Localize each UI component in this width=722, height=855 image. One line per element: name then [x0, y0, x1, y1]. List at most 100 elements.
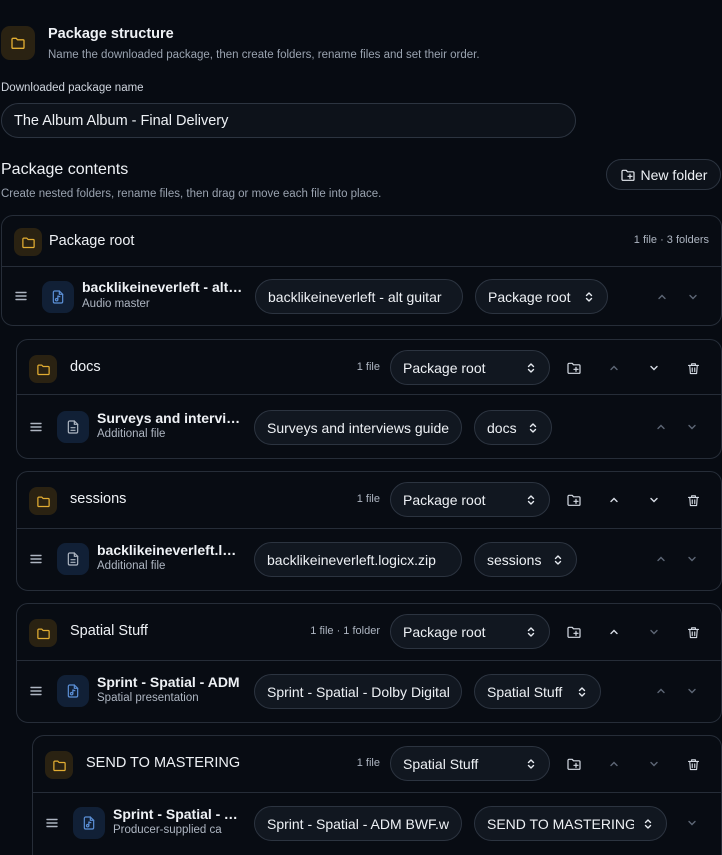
chevron-up-down-icon [527, 422, 539, 434]
file-name: Surveys and interviews guide [97, 410, 242, 426]
add-subfolder-button[interactable] [562, 356, 586, 380]
folder-name: sessions [70, 491, 127, 507]
section-title: Package structure [48, 26, 174, 42]
rename-file-input[interactable] [254, 410, 462, 445]
move-up-button[interactable] [649, 415, 673, 439]
file-name: Sprint - Spatial - ADM [97, 674, 240, 690]
parent-folder-select[interactable]: Package root [390, 614, 550, 649]
delete-folder-button[interactable] [681, 752, 705, 776]
selected-parent: Package root [403, 623, 486, 640]
file-row: Sprint - Spatial - ADM Spatial presentat… [17, 661, 721, 722]
move-down-button[interactable] [680, 679, 704, 703]
move-up-button[interactable] [602, 752, 626, 776]
folder-name: Package root [49, 233, 135, 249]
move-up-button[interactable] [649, 679, 673, 703]
chevron-up-down-icon [552, 554, 564, 566]
parent-folder-select[interactable]: Package root [390, 482, 550, 517]
chevron-up-down-icon [525, 494, 537, 506]
folder-header: Spatial Stuff 1 file · 1 folder Package … [17, 604, 721, 661]
chevron-up-icon [655, 421, 667, 433]
folder-name: SEND TO MASTERING [86, 755, 241, 771]
folder-count: 1 file · 3 folders [633, 234, 709, 246]
chevron-up-icon [608, 494, 620, 506]
rename-file-input[interactable] [254, 674, 462, 709]
package-name-label: Downloaded package name [1, 82, 144, 94]
delete-folder-button[interactable] [681, 488, 705, 512]
move-down-button[interactable] [680, 547, 704, 571]
selected-parent: Spatial Stuff [403, 755, 479, 772]
drag-handle-icon[interactable] [14, 289, 28, 303]
rename-file-input[interactable] [254, 806, 462, 841]
drag-handle-icon[interactable] [29, 552, 43, 566]
folder-count: 1 file [356, 493, 380, 505]
parent-folder-select[interactable]: Package root [390, 350, 550, 385]
section-subtitle: Name the downloaded package, then create… [48, 49, 480, 61]
move-to-folder-select[interactable]: Spatial Stuff [474, 674, 601, 709]
rename-file-input[interactable] [254, 542, 462, 577]
folder-name: Spatial Stuff [70, 623, 148, 639]
move-to-folder-select[interactable]: sessions [474, 542, 577, 577]
selected-folder: Spatial Stuff [487, 683, 563, 700]
move-up-button[interactable] [602, 488, 626, 512]
drag-handle-icon[interactable] [29, 684, 43, 698]
file-row: backlikeineverleft.logicx.zip Additional… [17, 529, 721, 590]
add-subfolder-button[interactable] [562, 620, 586, 644]
move-down-button[interactable] [680, 811, 704, 835]
chevron-down-icon [648, 494, 660, 506]
chevron-up-down-icon [525, 758, 537, 770]
add-subfolder-button[interactable] [562, 752, 586, 776]
chevron-down-icon [686, 553, 698, 565]
move-down-button[interactable] [642, 620, 666, 644]
move-to-folder-select[interactable]: SEND TO MASTERING [474, 806, 667, 841]
move-down-button[interactable] [681, 285, 705, 309]
audio-file-icon [57, 675, 89, 707]
move-up-button[interactable] [602, 620, 626, 644]
file-type: Additional file [97, 428, 166, 440]
move-up-button[interactable] [602, 356, 626, 380]
file-type: Producer-supplied ca [113, 824, 222, 836]
move-up-button[interactable] [649, 547, 673, 571]
file-type: Additional file [97, 560, 166, 572]
folder-plus-icon [566, 624, 582, 640]
audio-file-icon [73, 807, 105, 839]
root-folder-card: Package root 1 file · 3 folders backlike… [1, 215, 722, 326]
parent-folder-select[interactable]: Spatial Stuff [390, 746, 550, 781]
chevron-up-down-icon [642, 818, 654, 830]
folder-count: 1 file [356, 361, 380, 373]
folder-card-docs: docs 1 file Package root Surveys and int… [16, 339, 722, 459]
move-down-button[interactable] [642, 752, 666, 776]
trash-icon [686, 625, 701, 640]
chevron-up-down-icon [576, 686, 588, 698]
chevron-up-down-icon [525, 626, 537, 638]
folder-plus-icon [566, 360, 582, 376]
chevron-down-icon [648, 758, 660, 770]
folder-icon [45, 751, 73, 779]
folder-plus-icon [566, 756, 582, 772]
drag-handle-icon[interactable] [45, 816, 59, 830]
folder-card-spatial-stuff: Spatial Stuff 1 file · 1 folder Package … [16, 603, 722, 723]
move-to-folder-select[interactable]: docs [474, 410, 552, 445]
move-down-button[interactable] [642, 356, 666, 380]
drag-handle-icon[interactable] [29, 420, 43, 434]
rename-file-input[interactable] [255, 279, 463, 314]
folder-count: 1 file [356, 757, 380, 769]
move-to-folder-select[interactable]: Package root [475, 279, 608, 314]
folder-icon [1, 26, 35, 60]
trash-icon [686, 493, 701, 508]
file-type: Audio master [82, 298, 150, 310]
folder-card-send-to-mastering: SEND TO MASTERING 1 file Spatial Stuff S… [32, 735, 722, 855]
folder-plus-icon [566, 492, 582, 508]
folder-header: docs 1 file Package root [17, 340, 721, 395]
delete-folder-button[interactable] [681, 356, 705, 380]
package-name-input[interactable] [1, 103, 576, 138]
move-down-button[interactable] [642, 488, 666, 512]
new-folder-button[interactable]: New folder [606, 159, 721, 190]
new-folder-label: New folder [640, 166, 708, 183]
add-subfolder-button[interactable] [562, 488, 586, 512]
delete-folder-button[interactable] [681, 620, 705, 644]
move-down-button[interactable] [680, 415, 704, 439]
file-row: Sprint - Spatial - ADM Producer-supplied… [33, 793, 721, 855]
chevron-up-icon [608, 362, 620, 374]
move-up-button[interactable] [650, 285, 674, 309]
file-row: Surveys and interviews guide Additional … [17, 395, 721, 458]
